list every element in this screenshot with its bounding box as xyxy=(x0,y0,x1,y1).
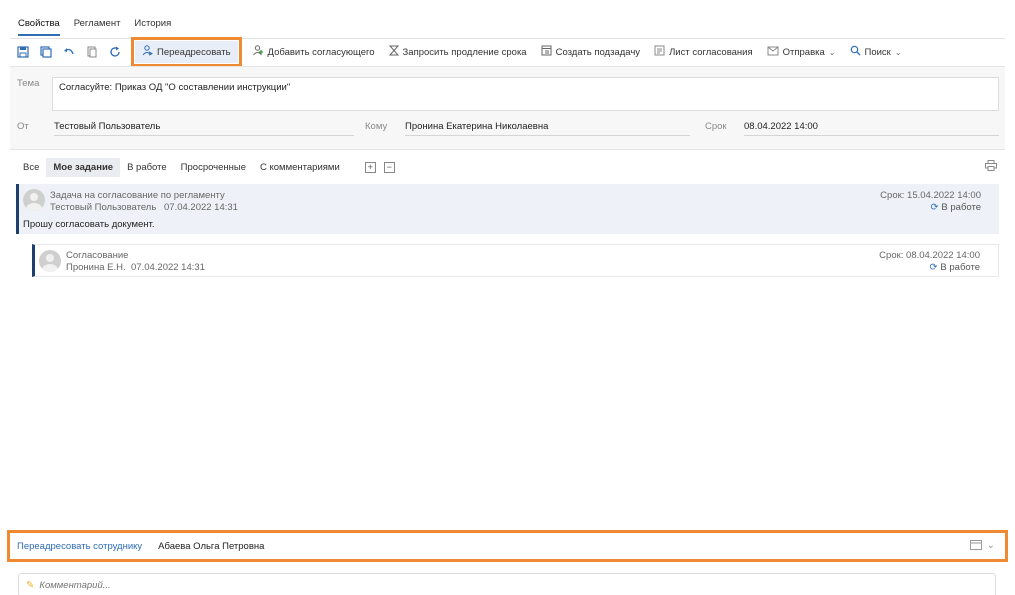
tab-properties[interactable]: Свойства xyxy=(18,18,60,36)
filter-all[interactable]: Все xyxy=(16,158,46,177)
from-label: От xyxy=(17,121,29,132)
hourglass-icon xyxy=(388,45,399,59)
send-icon xyxy=(767,46,779,59)
due-field[interactable]: 08.04.2022 14:00 xyxy=(744,121,999,136)
forward-field-controls: ⌄ xyxy=(969,540,995,553)
task-date: 07.04.2022 14:31 xyxy=(131,262,205,273)
filter-in-progress[interactable]: В работе xyxy=(120,158,174,177)
refresh-icon[interactable] xyxy=(105,42,125,62)
forward-button[interactable]: Переадресовать xyxy=(131,37,242,67)
chevron-down-icon[interactable]: ⌄ xyxy=(987,540,995,553)
toolbar: Переадресовать Добавить согласующего Зап… xyxy=(10,37,1005,67)
task-author: Тестовый Пользователь xyxy=(50,202,157,213)
tab-regulation[interactable]: Регламент xyxy=(74,18,121,36)
task-date: 07.04.2022 14:31 xyxy=(164,202,238,213)
to-label: Кому xyxy=(365,121,388,132)
request-extension-button[interactable]: Запросить продление срока xyxy=(382,41,534,63)
to-field[interactable]: Пронина Екатерина Николаевна xyxy=(405,121,690,136)
task-due: Срок: 08.04.2022 14:00 xyxy=(879,250,980,261)
task-item[interactable]: Согласование Пронина Е.Н. 07.04.2022 14:… xyxy=(32,244,999,277)
save-icon[interactable] xyxy=(13,42,33,62)
from-field[interactable]: Тестовый Пользователь xyxy=(54,121,354,136)
task-status: ⟳ В работе xyxy=(929,262,980,273)
due-label: Срок xyxy=(705,121,727,132)
forward-employee-input[interactable] xyxy=(158,540,291,552)
tab-history[interactable]: История xyxy=(134,18,171,36)
approval-sheet-label: Лист согласования xyxy=(669,46,753,58)
subject-field[interactable]: Согласуйте: Приказ ОД "О составлении инс… xyxy=(52,77,999,111)
task-filter-bar: Все Мое задание В работе Просроченные С … xyxy=(10,152,1005,182)
copy-icon[interactable] xyxy=(82,42,102,62)
forward-user-icon xyxy=(142,45,154,59)
send-dropdown-button[interactable]: Отправка ⌄ xyxy=(760,41,843,63)
undo-icon[interactable] xyxy=(59,42,79,62)
forward-button-label: Переадресовать xyxy=(157,46,231,58)
approval-sheet-button[interactable]: Лист согласования xyxy=(647,41,760,63)
pencil-icon: ✎ xyxy=(26,579,35,591)
avatar xyxy=(23,189,45,211)
avatar xyxy=(39,250,61,272)
search-icon xyxy=(850,45,861,59)
subtask-icon xyxy=(541,45,552,59)
task-status: ⟳ В работе xyxy=(930,202,981,213)
request-extension-label: Запросить продление срока xyxy=(402,46,527,58)
address-book-icon[interactable] xyxy=(969,540,982,553)
task-author: Пронина Е.Н. xyxy=(66,262,126,273)
task-due: Срок: 15.04.2022 14:00 xyxy=(880,190,981,201)
add-approver-button[interactable]: Добавить согласующего xyxy=(246,41,382,63)
tab-bar: Свойства Регламент История xyxy=(18,18,171,36)
forward-to-employee-link[interactable]: Переадресовать сотруднику xyxy=(17,541,142,552)
subject-label: Тема xyxy=(17,78,40,89)
collapse-all-icon[interactable]: − xyxy=(383,161,395,173)
filter-with-comments[interactable]: С комментариями xyxy=(253,158,347,177)
approval-sheet-icon xyxy=(654,45,665,59)
search-dropdown-button[interactable]: Поиск ⌄ xyxy=(843,41,909,63)
chevron-down-icon: ⌄ xyxy=(828,47,836,57)
filter-my-task[interactable]: Мое задание xyxy=(46,157,121,177)
in-progress-icon: ⟳ xyxy=(930,202,939,213)
comment-field[interactable]: ✎ xyxy=(18,573,996,595)
search-label: Поиск xyxy=(864,46,891,58)
create-subtask-label: Создать подзадачу xyxy=(555,46,641,58)
comment-input[interactable] xyxy=(39,579,940,591)
task-message: Прошу согласовать документ. xyxy=(23,219,155,230)
in-progress-icon: ⟳ xyxy=(929,262,938,273)
forward-employee-field[interactable] xyxy=(142,540,291,552)
expand-all-icon[interactable]: + xyxy=(364,161,376,173)
filter-overdue[interactable]: Просроченные xyxy=(174,158,253,177)
task-title: Задача на согласование по регламенту xyxy=(50,190,225,201)
send-label: Отправка xyxy=(782,46,825,58)
task-title: Согласование xyxy=(66,250,129,261)
forward-panel: Переадресовать сотруднику ⌄ xyxy=(7,530,1008,562)
add-approver-label: Добавить согласующего xyxy=(267,46,375,58)
cropped-instruction-text xyxy=(0,0,1015,6)
task-item[interactable]: Задача на согласование по регламенту Тес… xyxy=(16,184,999,234)
create-subtask-button[interactable]: Создать подзадачу xyxy=(534,41,647,63)
save-close-icon[interactable] xyxy=(36,42,56,62)
task-properties-form: Тема Согласуйте: Приказ ОД "О составлени… xyxy=(10,66,1005,150)
print-icon[interactable] xyxy=(985,160,997,174)
add-user-icon xyxy=(252,45,264,59)
chevron-down-icon: ⌄ xyxy=(894,47,902,57)
